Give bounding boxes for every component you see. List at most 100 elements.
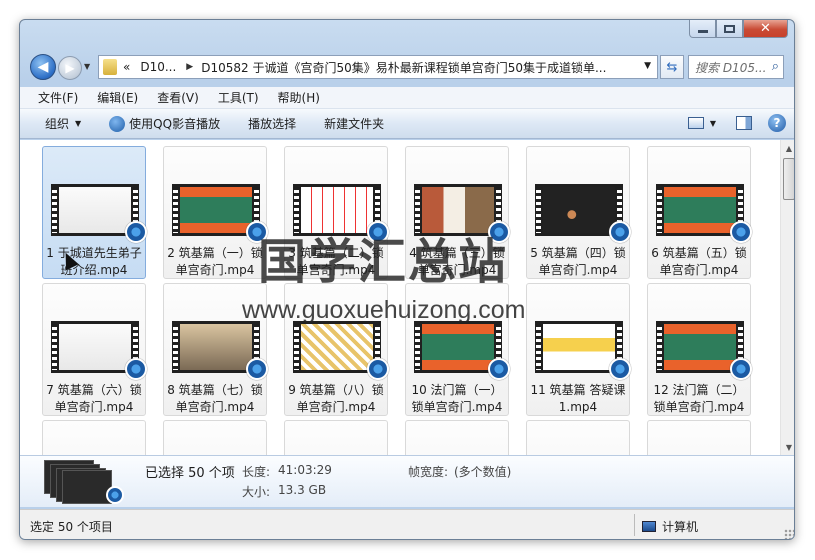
file-tile[interactable] (42, 420, 146, 455)
view-controls: ▼ ? (687, 114, 786, 132)
menu-view[interactable]: 查看(V) (157, 87, 199, 108)
back-arrow-icon: ◀ (37, 59, 49, 75)
file-tile[interactable] (526, 420, 630, 455)
play-selection-label: 播放选择 (248, 117, 297, 131)
resize-grip[interactable] (784, 529, 794, 539)
view-options-chevron-icon[interactable]: ▼ (710, 119, 716, 128)
search-icon[interactable]: ⌕ (772, 59, 779, 74)
file-tile[interactable]: 11 筑基篇 答疑课1.mp4 (526, 283, 631, 416)
search-placeholder: 搜索 D105... (695, 60, 767, 75)
forward-arrow-icon: ▶ (65, 61, 75, 75)
scroll-up-icon[interactable]: ▲ (781, 140, 794, 156)
folder-icon (103, 59, 117, 75)
play-with-qq-label: 使用QQ影音播放 (129, 117, 221, 131)
computer-icon (642, 521, 656, 532)
file-name: 1 于城道先生弟子班介绍.mp4 (46, 246, 142, 277)
command-bar: 组织 ▼ 使用QQ影音播放 播放选择 新建文件夹 ▼ ? (20, 109, 794, 139)
menu-help[interactable]: 帮助(H) (278, 87, 320, 108)
selection-thumbnail-stack (44, 460, 124, 504)
file-name: 12 法门篇（二）锁单宫奇门.mp4 (653, 383, 745, 414)
file-tile[interactable]: 6 筑基篇（五）锁单宫奇门.mp4 (647, 146, 752, 279)
watermark-url: www.guoxuehuizong.com (242, 296, 526, 324)
duration-value: 41:03:29 (278, 463, 332, 477)
file-name: 8 筑基篇（七）锁单宫奇门.mp4 (167, 383, 263, 414)
file-tile[interactable] (163, 420, 267, 455)
refresh-icon: ⇆ (666, 59, 678, 75)
file-tile[interactable] (284, 420, 388, 455)
size-label: 大小: (242, 485, 271, 499)
close-icon: ✕ (760, 21, 771, 36)
status-computer-label: 计算机 (662, 520, 699, 534)
minimize-button[interactable] (689, 20, 716, 38)
details-pane: 已选择 50 个项 长度: 41:03:29 大小: 13.3 GB 帧宽度: … (20, 455, 794, 507)
window-controls: ✕ (689, 20, 788, 38)
navigation-bar: ◀ ▶ ▼ « D10... ▶ D10582 于诚道《宫奇门50集》易朴最新课… (28, 52, 788, 82)
breadcrumb-overflow[interactable]: « (123, 60, 130, 74)
address-bar[interactable]: « D10... ▶ D10582 于诚道《宫奇门50集》易朴最新课程锁单宫奇门… (98, 55, 658, 79)
frame-width-value: (多个数值) (454, 465, 512, 479)
change-view-icon[interactable] (687, 117, 704, 129)
file-name: 9 筑基篇（八）锁单宫奇门.mp4 (288, 383, 384, 414)
play-selection-button[interactable]: 播放选择 (248, 115, 296, 132)
qq-player-badge-icon (609, 358, 631, 380)
file-tile[interactable] (405, 420, 509, 455)
search-input[interactable]: 搜索 D105... ⌕ (688, 55, 784, 79)
scroll-thumb[interactable] (783, 158, 794, 200)
qq-player-badge-icon (125, 358, 147, 380)
menu-file[interactable]: 文件(F) (38, 87, 78, 108)
forward-button[interactable]: ▶ (58, 56, 82, 80)
qq-player-badge-icon (730, 221, 752, 243)
file-name: 7 筑基篇（六）锁单宫奇门.mp4 (46, 383, 142, 414)
new-folder-button[interactable]: 新建文件夹 (324, 115, 384, 132)
breadcrumb-current[interactable]: D10582 于诚道《宫奇门50集》易朴最新课程锁单宫奇门50集于成道锁单... (201, 59, 606, 76)
address-dropdown-icon[interactable]: ▼ (644, 61, 651, 71)
status-divider (634, 514, 635, 536)
minimize-icon (697, 30, 708, 33)
file-tile[interactable]: 5 筑基篇（四）锁单宫奇门.mp4 (526, 146, 631, 279)
duration-label: 长度: (242, 465, 271, 479)
file-name: 10 法门篇（一）锁单宫奇门.mp4 (411, 383, 503, 414)
menu-edit[interactable]: 编辑(E) (97, 87, 138, 108)
back-button[interactable]: ◀ (30, 54, 56, 80)
status-location: 计算机 (642, 518, 698, 535)
recent-pages-dropdown-icon[interactable]: ▼ (84, 62, 90, 71)
menu-bar: 文件(F) 编辑(E) 查看(V) 工具(T) 帮助(H) (20, 87, 794, 109)
breadcrumb-parent[interactable]: D10... (140, 60, 176, 74)
maximize-icon (724, 24, 735, 33)
file-tile[interactable]: 2 筑基篇（一）锁单宫奇门.mp4 (163, 146, 268, 279)
maximize-button[interactable] (716, 20, 743, 38)
vertical-scrollbar[interactable]: ▲ ▼ (780, 140, 794, 455)
menu-tools[interactable]: 工具(T) (218, 87, 259, 108)
breadcrumb-chevron-icon[interactable]: ▶ (186, 62, 193, 72)
qq-player-badge-icon (488, 358, 510, 380)
qq-player-badge-icon (367, 358, 389, 380)
close-button[interactable]: ✕ (743, 20, 788, 38)
file-tile[interactable]: 7 筑基篇（六）锁单宫奇门.mp4 (42, 283, 147, 416)
scroll-down-icon[interactable]: ▼ (781, 439, 794, 455)
file-name: 11 筑基篇 答疑课1.mp4 (530, 383, 626, 414)
qq-player-badge-icon (106, 486, 124, 504)
file-name: 6 筑基篇（五）锁单宫奇门.mp4 (651, 246, 747, 277)
file-tile[interactable]: 1 于城道先生弟子班介绍.mp4 (42, 146, 147, 279)
qq-player-badge-icon (125, 221, 147, 243)
organize-button[interactable]: 组织 ▼ (45, 115, 81, 132)
qq-player-badge-icon (246, 358, 268, 380)
qq-player-badge-icon (730, 358, 752, 380)
file-name: 2 筑基篇（一）锁单宫奇门.mp4 (167, 246, 263, 277)
help-icon[interactable]: ? (768, 114, 786, 132)
refresh-button[interactable]: ⇆ (660, 55, 684, 79)
file-name: 5 筑基篇（四）锁单宫奇门.mp4 (530, 246, 626, 277)
organize-label: 组织 (45, 117, 70, 131)
size-value: 13.3 GB (278, 483, 327, 497)
qq-player-icon (109, 115, 126, 132)
status-selection: 选定 50 个项目 (30, 520, 113, 534)
preview-pane-icon[interactable] (736, 116, 752, 130)
watermark-text: 国学汇总站 (258, 234, 509, 290)
status-bar: 选定 50 个项目 计算机 (20, 509, 794, 539)
selected-count: 已选择 50 个项 (145, 466, 235, 481)
file-tile[interactable] (647, 420, 751, 455)
play-with-qq-button[interactable]: 使用QQ影音播放 (109, 115, 220, 132)
file-tile[interactable]: 12 法门篇（二）锁单宫奇门.mp4 (647, 283, 752, 416)
new-folder-label: 新建文件夹 (324, 117, 385, 131)
qq-player-badge-icon (609, 221, 631, 243)
